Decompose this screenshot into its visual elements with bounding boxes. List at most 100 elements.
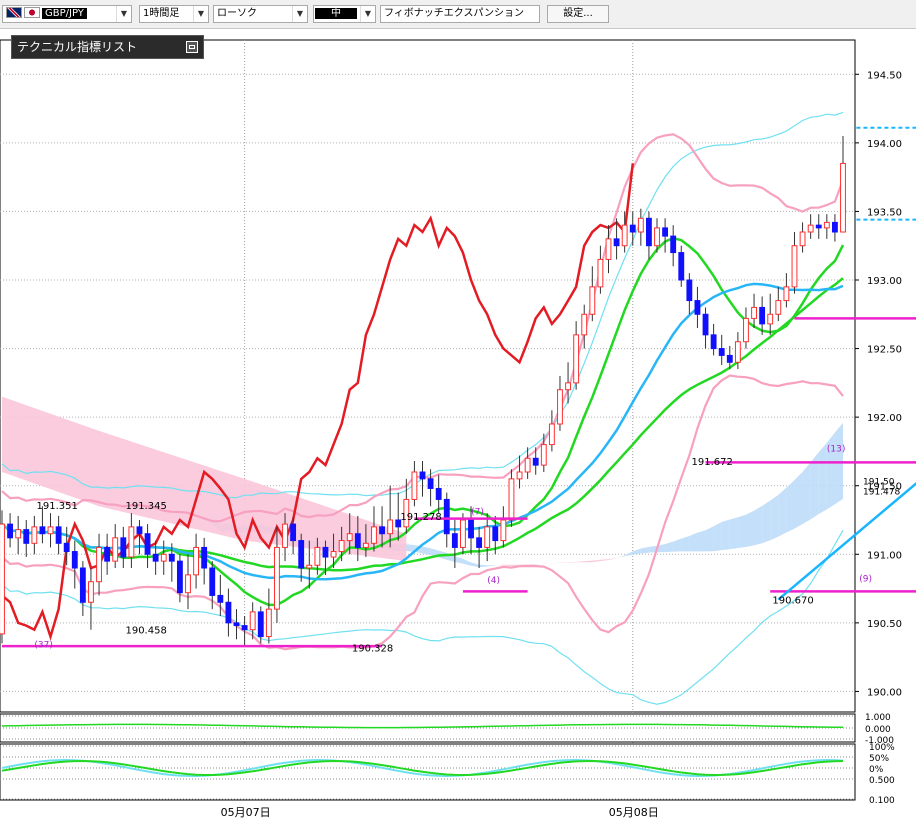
candle-down [55,526,62,544]
period-label: (9) [859,575,872,585]
candle-up [565,382,571,391]
candle-down [419,471,426,480]
price-annotation: 191.345 [125,501,166,512]
candle-down [476,537,483,548]
price-annotation: 191.278 [400,512,441,523]
candle-down [435,487,442,500]
candle-up [823,221,830,229]
candle-down [120,537,127,558]
candle-down [71,551,78,569]
candle-up [274,546,280,610]
candle-down [726,354,733,363]
candle-down [629,224,636,233]
lower-panel-label: 1.000 [865,713,891,723]
candle-down [217,594,224,603]
period-label: (7) [471,507,484,517]
candle-down [427,478,434,489]
line-width-select[interactable]: 中 ▼ [313,5,376,23]
y-tick-label: 193.00 [867,276,902,287]
candle-up [767,313,774,325]
uk-flag-icon [6,7,22,18]
timeframe-select[interactable]: 1時間足 ▼ [139,5,209,23]
indicator-list-panel[interactable]: テクニカル指標リスト [11,35,204,59]
candle-up [47,526,54,535]
candle-down [322,546,329,558]
candle-up [193,546,200,576]
ichimoku-cloud-segment [770,494,779,541]
candle-up [362,542,369,548]
price-chart: 194.50 194.00 193.50 193.00 192.50 192.00 191.… [0,39,916,819]
candle-down [201,546,208,569]
timeframe-label: 1時間足 [143,8,180,19]
candle-down [468,519,474,539]
candle-up [0,523,5,635]
candle-up [637,217,644,233]
ichimoku-cloud-segment [778,487,787,537]
candle-up [15,529,22,539]
ichimoku-cloud-segment [737,514,746,548]
candle-up [621,224,628,247]
chevron-down-icon: ▼ [116,6,131,22]
price-annotation: 190.670 [772,596,813,607]
lower-panel-label: 0% [869,765,884,775]
price-annotation: 191.672 [692,457,733,468]
price-annotation: 190.328 [352,644,393,655]
candle-down [241,625,248,631]
candle-down [443,498,450,535]
candle-up [31,526,38,544]
candle-up [751,306,757,319]
candle-down [710,334,717,350]
candle-down [144,533,151,555]
candle-up [314,546,321,566]
candle-down [354,533,361,548]
candle-down [209,567,216,596]
candle-up [112,537,119,562]
candle-down [7,523,14,539]
chart-type-label: ローソク [217,8,257,19]
ichimoku-cloud-segment [705,526,714,552]
lower-panel-label: 100% [869,743,895,753]
candle-down [645,217,652,247]
ichimoku-cloud-segment [681,536,690,552]
candle-down [176,560,183,594]
ichimoku-cloud-segment [786,480,795,533]
candle-down [759,306,766,325]
ichimoku-cloud-segment [754,505,763,546]
candle-up [573,334,580,384]
symbol-select[interactable]: GBP/JPY ▼ [2,5,132,23]
chevron-down-icon: ▼ [292,6,307,22]
candle-down [63,542,70,553]
candle-down [233,622,240,627]
candle-up [460,519,466,548]
candle-up [807,224,814,233]
candle-up [734,341,741,363]
candle-up [557,389,563,425]
price-label: 191.50 [863,478,895,488]
candle-up [775,300,782,315]
candle-up [484,526,491,548]
candle-down [23,529,30,544]
chart-type-select[interactable]: ローソク ▼ [213,5,308,23]
candle-up [540,444,547,466]
candle-up [524,457,531,473]
candle-down [379,526,385,535]
candle-up [500,519,507,542]
chart-area[interactable]: 194.50 194.00 193.50 193.00 192.50 192.00 191.… [0,28,916,822]
ichimoku-cloud-segment [713,521,722,552]
x-tick-label: 05月08日 [609,806,659,819]
settings-button[interactable]: 設定... [547,5,609,23]
price-annotation: 190.458 [125,626,166,637]
candle-up [589,286,596,315]
drawing-tool-field[interactable]: フィボナッチエクスパンション [380,5,540,23]
drawing-tool-label: フィボナッチエクスパンション [384,8,524,19]
restore-window-icon[interactable] [186,41,198,53]
candle-down [79,567,86,603]
candle-up [96,546,102,583]
ichimoku-cloud-segment [818,442,827,515]
candle-up [516,471,523,480]
candle-down [670,235,677,254]
price-label: 191.478 [863,488,900,498]
candle-down [451,533,458,548]
period-label: (13) [827,444,845,454]
candle-down [225,601,232,624]
